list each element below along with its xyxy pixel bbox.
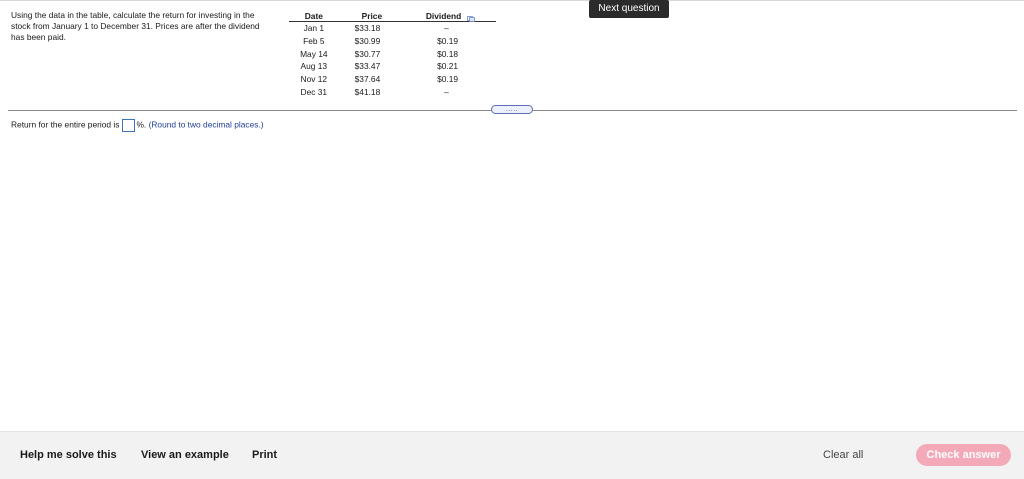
cell-price: $33.18 <box>354 23 381 34</box>
check-answer-button[interactable]: Check answer <box>916 444 1011 466</box>
top-rule <box>0 0 1024 1</box>
data-table: Date Price Dividend Jan 1 $33.18 – Feb 5… <box>289 6 496 98</box>
question-text: Using the data in the table, calculate t… <box>11 10 260 42</box>
column-header-price: Price <box>338 6 406 22</box>
cell-date: Nov 12 <box>300 74 328 85</box>
table-row: Aug 13 $33.47 $0.21 <box>289 60 496 73</box>
column-header-dividend: Dividend <box>405 6 496 22</box>
cell-price: $41.18 <box>354 86 381 97</box>
copy-icon[interactable] <box>467 14 476 22</box>
cell-dividend: – <box>444 86 449 97</box>
cell-price: $30.77 <box>354 48 381 59</box>
table-header-row: Date Price Dividend <box>289 6 496 22</box>
table-row: May 14 $30.77 $0.18 <box>289 47 496 60</box>
view-example-button[interactable]: View an example <box>141 449 229 461</box>
answer-input[interactable] <box>122 119 136 132</box>
cell-dividend: $0.19 <box>437 36 459 47</box>
answer-prefix: Return for the entire period is <box>11 119 120 130</box>
cell-price: $33.47 <box>354 61 381 72</box>
answer-line: Return for the entire period is%. (Round… <box>11 119 264 132</box>
column-header-dividend-label: Dividend <box>425 11 462 21</box>
cell-price: $37.64 <box>354 74 381 85</box>
cell-dividend: $0.18 <box>437 48 459 59</box>
cell-date: Aug 13 <box>300 61 328 72</box>
rounding-hint: (Round to two decimal places.) <box>148 119 264 130</box>
cell-date: May 14 <box>300 48 328 59</box>
print-button[interactable]: Print <box>252 449 277 461</box>
cell-dividend: $0.19 <box>437 74 459 85</box>
table-row: Dec 31 $41.18 – <box>289 85 496 98</box>
cell-date: Jan 1 <box>303 23 325 34</box>
table-row: Jan 1 $33.18 – <box>289 22 496 35</box>
expand-toggle-button[interactable]: ..... <box>491 105 533 114</box>
clear-all-button[interactable]: Clear all <box>823 449 863 461</box>
answer-suffix: %. <box>136 119 147 130</box>
table-row: Feb 5 $30.99 $0.19 <box>289 35 496 48</box>
next-question-button[interactable]: Next question <box>589 0 669 18</box>
column-header-date: Date <box>289 6 339 22</box>
help-me-solve-button[interactable]: Help me solve this <box>20 449 117 461</box>
cell-dividend: – <box>444 23 449 34</box>
cell-price: $30.99 <box>354 36 381 47</box>
table-row: Nov 12 $37.64 $0.19 <box>289 73 496 86</box>
cell-date: Feb 5 <box>303 36 325 47</box>
cell-date: Dec 31 <box>300 86 328 97</box>
footer-bar: Help me solve this View an example Print… <box>0 431 1024 479</box>
cell-dividend: $0.21 <box>437 61 459 72</box>
